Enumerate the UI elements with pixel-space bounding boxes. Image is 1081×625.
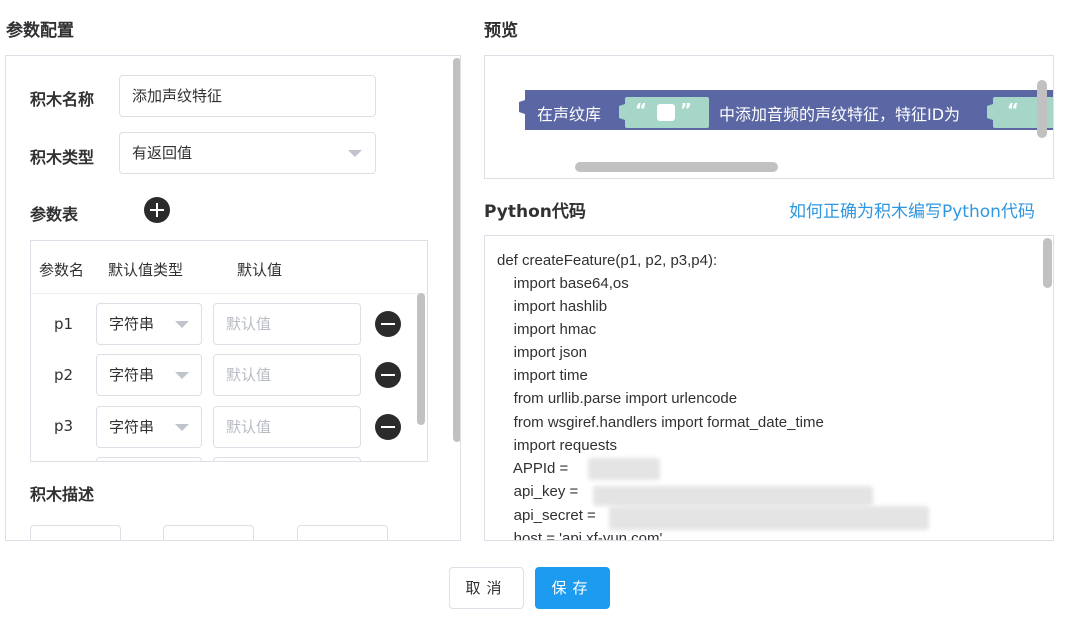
help-link[interactable]: 如何正确为积木编写Python代码 (789, 197, 1035, 222)
python-code-editor[interactable]: def createFeature(p1, p2, p3,p4): import… (484, 235, 1054, 541)
code-line: APPId = (497, 460, 569, 477)
preview-title: 预览 (484, 21, 518, 41)
remove-param-button[interactable] (375, 414, 401, 440)
chevron-down-icon (348, 150, 362, 157)
params-label: 参数表 (30, 205, 79, 224)
remove-param-button[interactable] (375, 311, 401, 337)
code-line: import requests (497, 437, 618, 454)
minus-icon (381, 426, 395, 428)
param-name: p3 (54, 417, 74, 435)
quote-open-icon: “ (1007, 100, 1019, 121)
code-line: import time (497, 367, 588, 384)
slot-inner (657, 104, 675, 121)
preview-h-scrollbar[interactable] (575, 162, 778, 172)
code-line: import hmac (497, 321, 597, 338)
code-line: from wsgiref.handlers import format_date… (497, 414, 824, 431)
table-scrollbar[interactable] (417, 293, 425, 425)
description-option[interactable] (163, 525, 254, 540)
table-header-divider (31, 293, 427, 294)
slot-notch (987, 104, 993, 120)
param-type-select[interactable]: 字符串 (96, 354, 202, 396)
redacted-api-secret (609, 506, 929, 530)
param-name: p2 (54, 366, 74, 384)
quote-close-icon: ” (680, 100, 692, 121)
description-option[interactable] (297, 525, 388, 540)
header-default-type: 默认值类型 (108, 261, 184, 279)
code-line: from urllib.parse import urlencode (497, 390, 738, 407)
cancel-button[interactable]: 取消 (449, 567, 524, 609)
param-default-input[interactable]: 默认值 (213, 303, 361, 345)
param-type-value: 字符串 (109, 315, 155, 333)
param-default-input[interactable]: 默认值 (213, 354, 361, 396)
config-panel: 积木名称 添加声纹特征 积木类型 有返回值 参数表 参数名 默认值类型 默认值 … (5, 55, 461, 541)
block-type-select[interactable]: 有返回值 (119, 132, 376, 174)
quote-open-icon: “ (635, 100, 647, 121)
block-text-1: 在声纹库 (537, 105, 602, 124)
chevron-down-icon (175, 321, 189, 328)
param-type-value: 字符串 (109, 418, 155, 436)
preview-v-scrollbar[interactable] (1037, 80, 1047, 138)
code-line: api_key = (497, 483, 579, 500)
param-table: 参数名 默认值类型 默认值 p1 字符串 默认值 p2 字符串 默认值 p3 字… (30, 240, 428, 462)
header-param-name: 参数名 (39, 261, 85, 279)
minus-icon (381, 323, 395, 325)
config-title: 参数配置 (6, 21, 74, 41)
header-default-value: 默认值 (237, 261, 283, 279)
code-line: api_secret = (497, 507, 596, 524)
block-type-label: 积木类型 (30, 148, 95, 167)
param-default-input[interactable]: 默认值 (213, 406, 361, 448)
param-type-value: 字符串 (109, 366, 155, 384)
description-label: 积木描述 (30, 485, 95, 504)
add-param-button[interactable] (144, 197, 170, 223)
clipped-row-select (96, 457, 202, 461)
redacted-appid (588, 458, 660, 480)
minus-icon (381, 374, 395, 376)
redacted-api-key (593, 486, 873, 506)
code-line: import base64,os (497, 275, 629, 292)
remove-param-button[interactable] (375, 362, 401, 388)
code-title: Python代码 (484, 202, 586, 222)
description-option[interactable] (30, 525, 121, 540)
code-line: def createFeature(p1, p2, p3,p4): (497, 252, 718, 269)
clipped-row-input (213, 457, 361, 461)
code-line: host = 'api.xf-yun.com' (497, 530, 663, 541)
chevron-down-icon (175, 372, 189, 379)
code-line: import json (497, 344, 588, 361)
block-name-input[interactable]: 添加声纹特征 (119, 75, 376, 117)
param-type-select[interactable]: 字符串 (96, 303, 202, 345)
param-type-select[interactable]: 字符串 (96, 406, 202, 448)
preview-canvas: 在声纹库 “ ” 中添加音频的声纹特征，特征ID为 “ (484, 55, 1054, 179)
config-scrollbar[interactable] (453, 58, 460, 442)
chevron-down-icon (175, 424, 189, 431)
code-line: import hashlib (497, 298, 608, 315)
code-scrollbar[interactable] (1043, 238, 1052, 288)
slot-notch (619, 104, 625, 120)
block-type-value: 有返回值 (132, 144, 193, 162)
param-name: p1 (54, 315, 74, 333)
block-text-2: 中添加音频的声纹特征，特征ID为 (719, 105, 961, 124)
save-button[interactable]: 保存 (535, 567, 610, 609)
block-name-label: 积木名称 (30, 90, 95, 109)
